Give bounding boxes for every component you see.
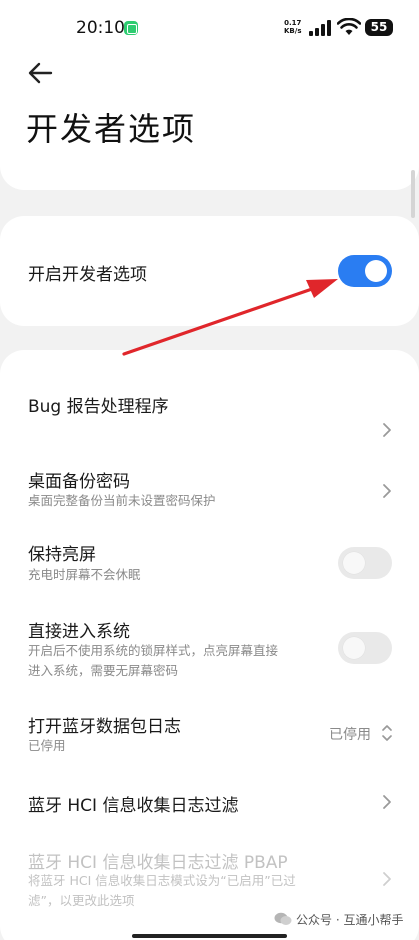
bluetooth-hci-filter-row[interactable]: 蓝牙 HCI 信息收集日志过滤 [0, 782, 419, 842]
notification-app-icon [124, 21, 138, 35]
developer-options-toggle[interactable] [338, 255, 392, 287]
watermark-text: 公众号 · 互通小帮手 [296, 913, 404, 927]
direct-enter-subtitle-line2: 进入系统，需要无屏幕密码 [28, 663, 179, 678]
developer-options-row[interactable]: 开启开发者选项 [0, 216, 419, 326]
desktop-backup-subtitle: 桌面完整备份当前未设置密码保护 [28, 493, 216, 508]
status-time: 20:10 [76, 18, 125, 38]
toggle-knob [343, 552, 365, 574]
page-header: 开发者选项 [0, 56, 419, 190]
stay-awake-row[interactable]: 保持亮屏 充电时屏幕不会休眠 [0, 535, 419, 605]
cellular-signal-icon [309, 20, 331, 36]
bluetooth-hci-pbap-title: 蓝牙 HCI 信息收集日志过滤 PBAP [28, 853, 288, 873]
battery-indicator: 55 [365, 19, 393, 36]
desktop-backup-title: 桌面备份密码 [28, 472, 130, 492]
wechat-logo-icon [274, 912, 292, 925]
settings-list-card: Bug 报告处理程序 桌面备份密码 桌面完整备份当前未设置密码保护 保持亮屏 充… [0, 350, 419, 940]
stay-awake-title: 保持亮屏 [28, 545, 96, 565]
chevron-right-icon [383, 423, 391, 437]
direct-enter-toggle[interactable] [338, 632, 392, 664]
chevron-right-icon [383, 484, 391, 498]
bluetooth-hci-pbap-subtitle-line1: 将蓝牙 HCI 信息收集日志模式设为“已启用”已过 [28, 873, 296, 888]
bluetooth-log-subtitle: 已停用 [28, 738, 66, 753]
wifi-icon [337, 18, 361, 35]
developer-options-card: 开启开发者选项 [0, 216, 419, 326]
net-speed-value: 0.17 [284, 19, 302, 27]
status-bar: 20:10 0.17 KB/s 55 [0, 0, 419, 56]
toggle-knob [365, 260, 387, 282]
chevron-up-down-icon [382, 725, 392, 741]
bluetooth-hci-pbap-subtitle-line2: 滤”，以更改此选项 [28, 893, 135, 908]
net-speed-unit: KB/s [284, 27, 302, 35]
bluetooth-log-value: 已停用 [329, 727, 371, 743]
bluetooth-packet-log-row[interactable]: 打开蓝牙数据包日志 已停用 已停用 [0, 707, 419, 777]
direct-enter-subtitle-line1: 开启后不使用系统的锁屏样式，点亮屏幕直接 [28, 643, 279, 658]
bluetooth-hci-filter-title: 蓝牙 HCI 信息收集日志过滤 [28, 796, 239, 816]
bug-report-row[interactable]: Bug 报告处理程序 [0, 370, 419, 450]
direct-enter-title: 直接进入系统 [28, 622, 130, 642]
developer-options-label: 开启开发者选项 [28, 265, 147, 285]
chevron-right-icon [383, 872, 391, 886]
net-speed: 0.17 KB/s [284, 19, 301, 35]
bluetooth-log-title: 打开蓝牙数据包日志 [28, 717, 181, 737]
page-title: 开发者选项 [26, 110, 197, 148]
scrollbar[interactable] [411, 170, 415, 218]
stay-awake-toggle[interactable] [338, 547, 392, 579]
back-arrow-icon[interactable] [26, 58, 56, 88]
toggle-knob [343, 637, 365, 659]
bug-report-title: Bug 报告处理程序 [28, 397, 169, 417]
chevron-right-icon [383, 795, 391, 809]
home-indicator[interactable] [132, 934, 287, 938]
desktop-backup-password-row[interactable]: 桌面备份密码 桌面完整备份当前未设置密码保护 [0, 455, 419, 530]
stay-awake-subtitle: 充电时屏幕不会休眠 [28, 567, 141, 582]
direct-enter-system-row[interactable]: 直接进入系统 开启后不使用系统的锁屏样式，点亮屏幕直接 进入系统，需要无屏幕密码 [0, 612, 419, 692]
